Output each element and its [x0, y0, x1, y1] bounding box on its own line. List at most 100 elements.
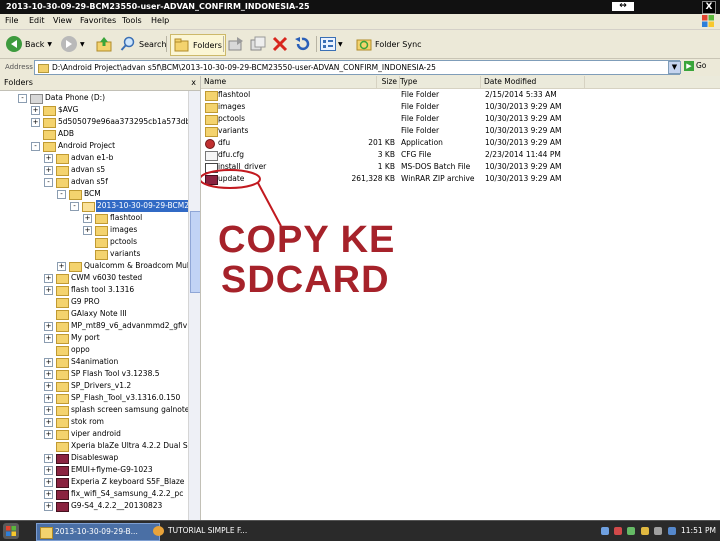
tree-item[interactable]: + viper android [0, 428, 188, 440]
tree-item[interactable]: - BCM [0, 188, 188, 200]
tree-item[interactable]: oppo [0, 344, 188, 356]
start-button[interactable] [3, 523, 19, 539]
chevron-down-icon[interactable]: ▼ [47, 41, 52, 48]
forward-button[interactable]: ▼ [61, 34, 85, 54]
volume-icon[interactable] [654, 527, 663, 535]
tree-item[interactable]: + flashtool [0, 212, 188, 224]
tree-item[interactable]: + SP Flash Tool v3.1238.5 [0, 368, 188, 380]
folders-scrollbar[interactable] [188, 91, 200, 520]
up-folder-button[interactable] [96, 34, 112, 54]
expand-icon[interactable]: + [44, 358, 53, 367]
folders-button[interactable]: Folders [170, 34, 226, 56]
tree-item[interactable]: variants [0, 248, 188, 260]
back-button[interactable]: Back ▼ [6, 34, 52, 54]
chevron-down-icon[interactable]: ▼ [338, 41, 343, 48]
expand-icon[interactable]: + [44, 466, 53, 475]
menu-tools[interactable]: Tools [122, 16, 142, 25]
expand-icon[interactable]: + [44, 382, 53, 391]
tree-item[interactable]: + Experia Z keyboard S5F_Blaze [0, 476, 188, 488]
tree-item[interactable]: + stok rom [0, 416, 188, 428]
expand-icon[interactable]: + [44, 322, 53, 331]
bluetooth-icon[interactable] [667, 527, 676, 535]
collapse-icon[interactable]: - [44, 178, 53, 187]
collapse-icon[interactable]: - [57, 190, 66, 199]
close-button[interactable]: X [702, 1, 716, 14]
taskbar-item-explorer[interactable]: 2013-10-30-09-29-B... [36, 523, 160, 541]
tree-item[interactable]: + Disableswap [0, 452, 188, 464]
tree-item[interactable]: pctools [0, 236, 188, 248]
expand-icon[interactable]: + [44, 334, 53, 343]
tree-item[interactable]: ADB [0, 128, 188, 140]
tree-item[interactable]: +5d505079e96aa373295cb1a573db [0, 116, 190, 128]
expand-icon[interactable]: + [44, 406, 53, 415]
undo-button[interactable] [294, 34, 310, 54]
expand-icon[interactable]: + [31, 118, 40, 127]
tree-item[interactable]: + CWM v6030 tested [0, 272, 188, 284]
tree-item[interactable]: + images [0, 224, 188, 236]
tree-item[interactable]: + splash screen samsung galnote [0, 404, 189, 416]
folder-sync-button[interactable]: Folder Sync [356, 34, 422, 54]
expand-icon[interactable]: + [44, 166, 53, 175]
tree-item[interactable]: + MP_mt89_v6_advanmmd2_gfiv [0, 320, 188, 332]
expand-icon[interactable]: + [83, 226, 92, 235]
expand-icon[interactable]: + [44, 274, 53, 283]
expand-icon[interactable]: + [44, 154, 53, 163]
scrollbar-thumb[interactable] [190, 211, 200, 293]
expand-icon[interactable]: + [44, 502, 53, 511]
move-to-button[interactable] [228, 34, 244, 54]
go-button[interactable]: ▶ Go [684, 61, 706, 71]
tree-item[interactable]: + fix_wifi_S4_samsung_4.2.2_pc [0, 488, 188, 500]
menu-view[interactable]: View [53, 16, 72, 25]
expand-icon[interactable]: + [44, 430, 53, 439]
tree-item[interactable]: - Android Project [0, 140, 188, 152]
security-icon[interactable] [627, 527, 636, 535]
collapse-icon[interactable]: - [31, 142, 40, 151]
update-icon[interactable] [640, 527, 649, 535]
collapse-icon[interactable]: - [18, 94, 27, 103]
address-input[interactable]: D:\Android Project\advan s5f\BCM\2013-10… [34, 60, 680, 75]
tree-item[interactable]: + S4animation [0, 356, 188, 368]
tree-item[interactable]: GAlaxy Note III [0, 308, 188, 320]
expand-icon[interactable]: + [57, 262, 66, 271]
menu-file[interactable]: File [5, 16, 18, 25]
expand-icon[interactable]: + [31, 106, 40, 115]
expand-icon[interactable]: + [44, 418, 53, 427]
search-button[interactable]: Search [120, 34, 166, 54]
expand-icon[interactable]: + [44, 478, 53, 487]
tree-item[interactable]: + advan s5 [0, 164, 188, 176]
taskbar-item-browser[interactable]: TUTORIAL SIMPLE F... [150, 523, 268, 539]
address-dropdown-button[interactable]: ▼ [668, 61, 681, 74]
expand-icon[interactable]: + [83, 214, 92, 223]
views-button[interactable]: ▼ [320, 34, 343, 54]
tree-item[interactable]: - Data Phone (D:) [0, 92, 188, 104]
network-icon[interactable] [600, 527, 609, 535]
tree-item[interactable]: - advan s5f [0, 176, 188, 188]
tree-item[interactable]: + G9-S4_4.2.2__20130823 [0, 500, 188, 512]
tree-item[interactable]: + Qualcomm & Broadcom Mul [0, 260, 189, 272]
tree-item[interactable]: G9 PRO [0, 296, 188, 308]
expand-icon[interactable]: + [44, 490, 53, 499]
tree-item[interactable]: + flash tool 3.1316 [0, 284, 188, 296]
tree-item[interactable]: + advan e1-b [0, 152, 188, 164]
chevron-down-icon[interactable]: ▼ [80, 41, 85, 48]
close-pane-icon[interactable]: x [191, 76, 196, 90]
menu-edit[interactable]: Edit [29, 16, 45, 25]
resize-arrows-icon[interactable]: ↔ [612, 2, 634, 11]
antivirus-icon[interactable] [614, 527, 623, 535]
tree-item[interactable]: + SP_Flash_Tool_v3.1316.0.150 [0, 392, 188, 404]
expand-icon[interactable]: + [44, 370, 53, 379]
tree-item[interactable]: Xperia blaZe Ultra 4.2.2 Dual S [0, 440, 188, 452]
collapse-icon[interactable]: - [70, 202, 79, 211]
tree-item[interactable]: + SP_Drivers_v1.2 [0, 380, 188, 392]
expand-icon[interactable]: + [44, 454, 53, 463]
tree-item[interactable]: + $AVG [0, 104, 188, 116]
tree-item[interactable]: - 2013-10-30-09-29-BCM23550 [0, 200, 200, 212]
delete-button[interactable] [272, 34, 288, 54]
expand-icon[interactable]: + [44, 286, 53, 295]
tree-item[interactable]: + EMUI+flyme-G9-1023 [0, 464, 188, 476]
tree-item[interactable]: + My port [0, 332, 188, 344]
menu-favorites[interactable]: Favorites [80, 16, 116, 25]
copy-to-button[interactable] [250, 34, 266, 54]
menu-help[interactable]: Help [151, 16, 169, 25]
expand-icon[interactable]: + [44, 394, 53, 403]
